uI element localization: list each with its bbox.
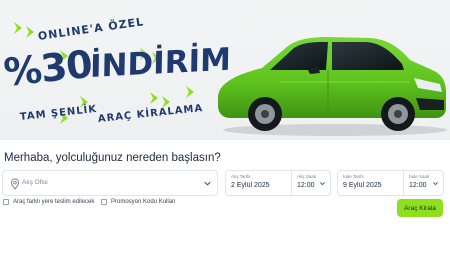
booking-options: Araç farklı yere teslim edilecek Promosy… (0, 199, 450, 213)
chevron-down-icon (320, 182, 325, 186)
chevron-down-icon (433, 182, 438, 186)
return-date-field[interactable]: İade Tarihi 9 Eylül 2025 (338, 171, 404, 195)
return-date-label: İade Tarihi (343, 174, 364, 179)
car-image (218, 37, 447, 136)
hero-banner[interactable]: ONLINE'A ÖZEL %30 İNDİRİM TAM ŞENLİK ARA… (0, 0, 450, 140)
booking-greeting: Merhaba, yolculuğunuz nereden başlasın? (4, 152, 221, 164)
pickup-date-value: 2 Eylül 2025 (231, 182, 270, 189)
different-return-option[interactable]: Araç farklı yere teslim edilecek (3, 199, 94, 205)
rent-car-button[interactable]: Araç Kirala (397, 199, 443, 217)
promo-percent: %30 (1, 41, 94, 95)
promo-code-option[interactable]: Promosyon Kodu Kullan (101, 199, 175, 205)
promo-code-checkbox[interactable] (101, 199, 107, 205)
pickup-date-label: Alış Tarihi (231, 174, 251, 179)
return-time-value: 12:00 (409, 182, 427, 189)
return-time-label: İade Saati (409, 174, 430, 179)
pickup-office-placeholder: Alış Ofisi (22, 179, 48, 186)
return-datetime[interactable]: İade Tarihi 9 Eylül 2025 İade Saati 12:0… (337, 170, 444, 196)
different-return-label: Araç farklı yere teslim edilecek (13, 199, 95, 205)
pickup-office-select[interactable]: Alış Ofisi (2, 170, 218, 196)
return-time-field[interactable]: İade Saati 12:00 (404, 171, 443, 195)
return-date-value: 9 Eylül 2025 (343, 182, 382, 189)
pickup-time-value: 12:00 (297, 182, 315, 189)
pickup-time-field[interactable]: Alış Saati 12:00 (292, 171, 330, 195)
pickup-time-label: Alış Saati (297, 174, 317, 179)
different-return-checkbox[interactable] (3, 199, 9, 205)
promo-graphic: ONLINE'A ÖZEL %30 İNDİRİM TAM ŞENLİK ARA… (0, 0, 231, 140)
pickup-datetime[interactable]: Alış Tarihi 2 Eylül 2025 Alış Saati 12:0… (225, 170, 331, 196)
promo-code-label: Promosyon Kodu Kullan (111, 199, 176, 205)
chevron-down-icon (204, 181, 211, 186)
pickup-date-field[interactable]: Alış Tarihi 2 Eylül 2025 (226, 171, 292, 195)
location-pin-icon (10, 178, 20, 190)
